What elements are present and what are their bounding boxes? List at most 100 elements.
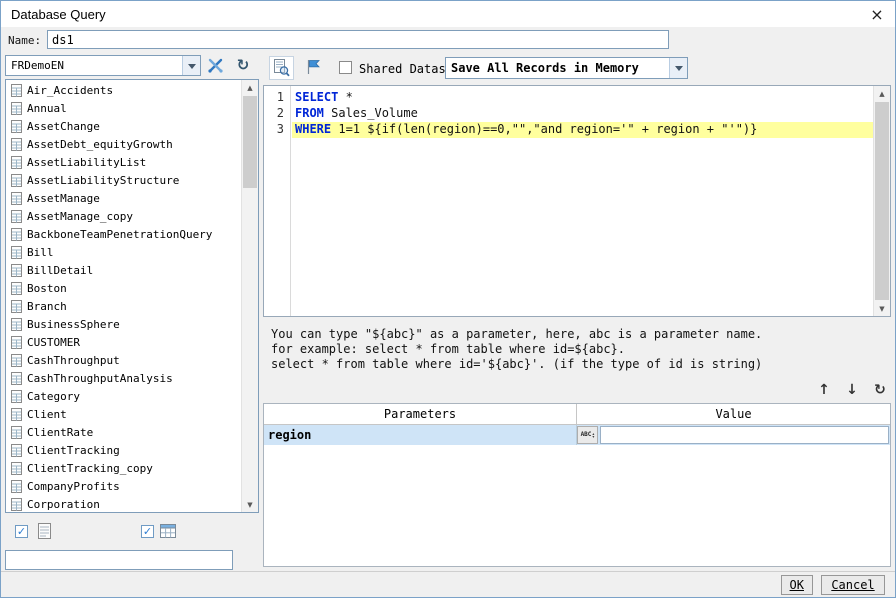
table-icon [11,498,22,511]
refresh-connection-button[interactable]: ↻ [231,54,255,76]
window-title: Database Query [11,7,106,22]
connection-select[interactable]: FRDemoEN [5,55,201,76]
table-icon [11,174,22,187]
table-filter-input[interactable] [5,550,233,570]
editor-scrollbar[interactable]: ▲ ▼ [873,86,890,316]
table-list-items: Air_Accidents Annual AssetChange [6,81,242,512]
parameter-button[interactable] [301,56,325,78]
table-icon [11,408,22,421]
line-number: 3 [264,122,290,138]
parameter-name-cell[interactable]: region [264,425,577,445]
table-name: BackboneTeamPenetrationQuery [27,228,212,241]
table-name: CUSTOMER [27,336,80,349]
table-icon [11,192,22,205]
database-query-dialog: Database Query × Name: FRDemoEN ↻ [0,0,896,598]
table-list-item[interactable]: AssetLiabilityList [6,153,242,171]
connection-config-button[interactable] [203,54,227,76]
table-list-item[interactable]: Category [6,387,242,405]
table-icon [11,120,22,133]
table-list-item[interactable]: AssetLiabilityStructure [6,171,242,189]
table-icon [11,318,22,331]
table-list-item[interactable]: Bill [6,243,242,261]
scrollbar-thumb[interactable] [243,96,257,188]
table-list-item[interactable]: ClientRate [6,423,242,441]
table-list-item[interactable]: AssetManage_copy [6,207,242,225]
memory-mode-value: Save All Records in Memory [446,61,669,75]
scroll-up-icon[interactable]: ▲ [242,80,258,95]
table-icon [11,210,22,223]
memory-mode-select[interactable]: Save All Records in Memory [445,57,688,79]
sql-line: SELECT * [292,90,873,106]
shared-dataset-checkbox[interactable] [339,61,352,74]
parameter-controls: ↑ ↓ ↻ [263,379,891,401]
parameter-row[interactable]: region ABC ▴▾ [264,425,890,445]
sql-line: WHERE 1=1 ${if(len(region)==0,"","and re… [292,122,873,138]
table-list-item[interactable]: Corporation [6,495,242,513]
footer-bar: OK Cancel [1,571,895,597]
refresh-parameters-button[interactable]: ↻ [871,382,889,398]
table-list-item[interactable]: Annual [6,99,242,117]
table-name: Annual [27,102,67,115]
value-column-header: Value [577,404,890,424]
preview-button[interactable] [269,56,294,80]
close-button[interactable]: × [859,1,895,27]
table-icon [11,462,22,475]
table-list-item[interactable]: CashThroughput [6,351,242,369]
table-list-item[interactable]: Branch [6,297,242,315]
parameter-value-input[interactable] [600,426,889,444]
table-name: AssetLiabilityList [27,156,146,169]
sql-editor[interactable]: 123 SELECT *FROM Sales_VolumeWHERE 1=1 $… [263,85,891,317]
dataset-name-input[interactable] [47,30,669,49]
help-line: select * from table where id='${abc}'. (… [271,357,762,372]
table-name: BusinessSphere [27,318,120,331]
move-down-button[interactable]: ↓ [843,382,861,398]
sql-line: FROM Sales_Volume [292,106,873,122]
table-name: Branch [27,300,67,313]
sql-code[interactable]: SELECT *FROM Sales_VolumeWHERE 1=1 ${if(… [292,86,873,316]
table-name: CashThroughput [27,354,120,367]
param-type-icon[interactable]: ABC ▴▾ [577,426,598,444]
scrollbar-thumb[interactable] [875,102,889,300]
help-line: You can type "${abc}" as a parameter, he… [271,327,762,342]
table-list-item[interactable]: BackboneTeamPenetrationQuery [6,225,242,243]
table-list-item[interactable]: CUSTOMER [6,333,242,351]
table-icon [11,426,22,439]
param-type-label: ABC [581,432,592,438]
scroll-down-icon[interactable]: ▼ [242,497,258,512]
table-icon [11,300,22,313]
table-list-item[interactable]: CompanyProfits [6,477,242,495]
table-list-item[interactable]: Client [6,405,242,423]
table-list-item[interactable]: Air_Accidents [6,81,242,99]
table-list-item[interactable]: Boston [6,279,242,297]
table-list-item[interactable]: AssetManage [6,189,242,207]
ok-button[interactable]: OK [781,575,813,595]
table-name: Client [27,408,67,421]
table-list-item[interactable]: BillDetail [6,261,242,279]
table-list-item[interactable]: ClientTracking [6,441,242,459]
scroll-up-icon[interactable]: ▲ [874,86,890,101]
table-name: CashThroughputAnalysis [27,372,173,385]
table-list-item[interactable]: ClientTracking_copy [6,459,242,477]
help-line: for example: select * from table where i… [271,342,762,357]
parameter-name: region [268,428,311,442]
show-tables-checkbox[interactable]: ✓ [15,525,28,538]
spinner-arrows-icon: ▴▾ [592,432,594,438]
table-name: ClientTracking_copy [27,462,153,475]
scroll-down-icon[interactable]: ▼ [874,301,890,316]
table-list-item[interactable]: CashThroughputAnalysis [6,369,242,387]
connection-value: FRDemoEN [6,59,182,72]
table-name: CompanyProfits [27,480,120,493]
table-list-item[interactable]: AssetDebt_equityGrowth [6,135,242,153]
table-list-scrollbar[interactable]: ▲ ▼ [241,80,258,512]
chevron-down-icon[interactable] [669,58,687,78]
table-list-item[interactable]: BusinessSphere [6,315,242,333]
cancel-button[interactable]: Cancel [821,575,885,595]
table-list-item[interactable]: AssetChange [6,117,242,135]
show-views-checkbox[interactable]: ✓ [141,525,154,538]
preview-icon [273,59,290,77]
table-name: BillDetail [27,264,93,277]
table-icon [11,264,22,277]
move-up-button[interactable]: ↑ [815,382,833,398]
chevron-down-icon[interactable] [182,56,200,75]
table-icon [11,246,22,259]
